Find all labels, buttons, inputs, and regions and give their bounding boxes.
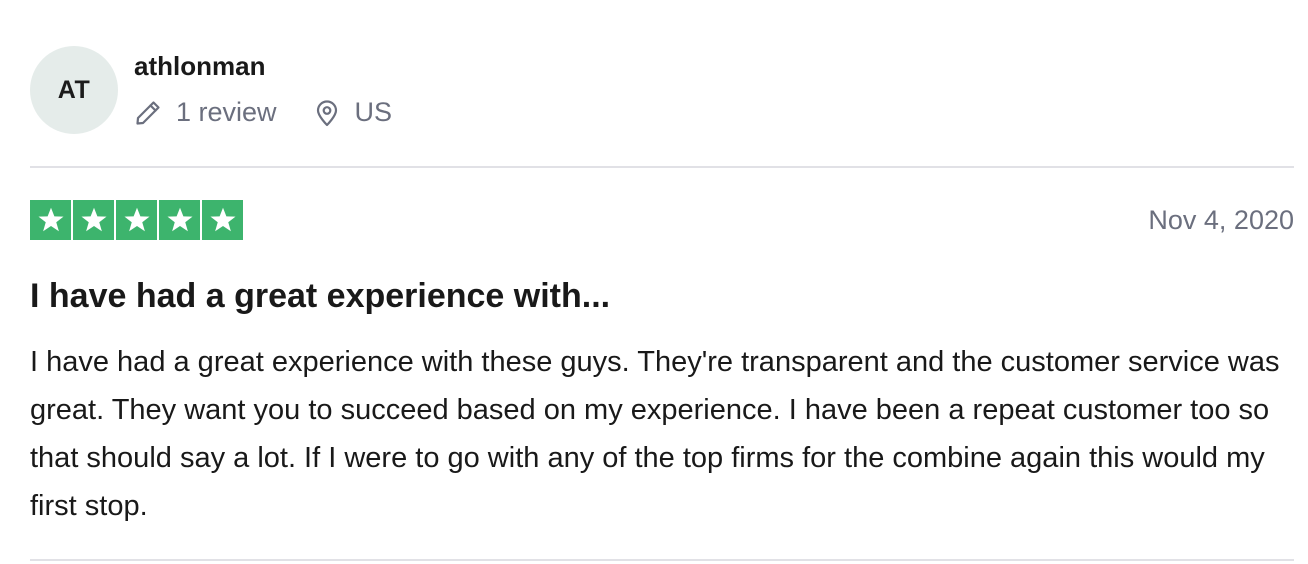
divider: [30, 559, 1294, 561]
avatar[interactable]: AT: [30, 46, 118, 134]
consumer-details: athlonman 1 review US: [134, 51, 392, 128]
review-text: I have had a great experience with these…: [30, 346, 1280, 522]
review-title[interactable]: I have had a great experience with...: [30, 276, 610, 316]
country-label: US: [354, 97, 393, 127]
star-box: [73, 200, 114, 240]
star-icon: [210, 207, 235, 232]
consumer-name[interactable]: athlonman: [134, 51, 392, 81]
star-box: [116, 200, 157, 240]
star-box: [159, 200, 200, 240]
star-box: [202, 200, 243, 240]
review-card: AT athlonman 1 review US Nov 4, 2020 I h…: [30, 0, 1294, 564]
review-count: 1 review: [134, 97, 277, 128]
pencil-icon: [134, 99, 162, 127]
star-icon: [124, 207, 149, 232]
consumer-country: US: [313, 97, 393, 128]
star-icon: [38, 207, 63, 232]
star-icon: [81, 207, 106, 232]
star-icon: [167, 207, 192, 232]
avatar-initials: AT: [57, 75, 91, 104]
review-count-label: 1 review: [176, 97, 277, 127]
divider: [30, 166, 1294, 168]
review-date: Nov 4, 2020: [1148, 205, 1294, 235]
consumer-meta: 1 review US: [134, 97, 392, 128]
star-box: [30, 200, 71, 240]
location-pin-icon: [313, 99, 341, 127]
star-rating: [30, 200, 243, 240]
consumer-info: AT athlonman 1 review US: [30, 46, 392, 136]
